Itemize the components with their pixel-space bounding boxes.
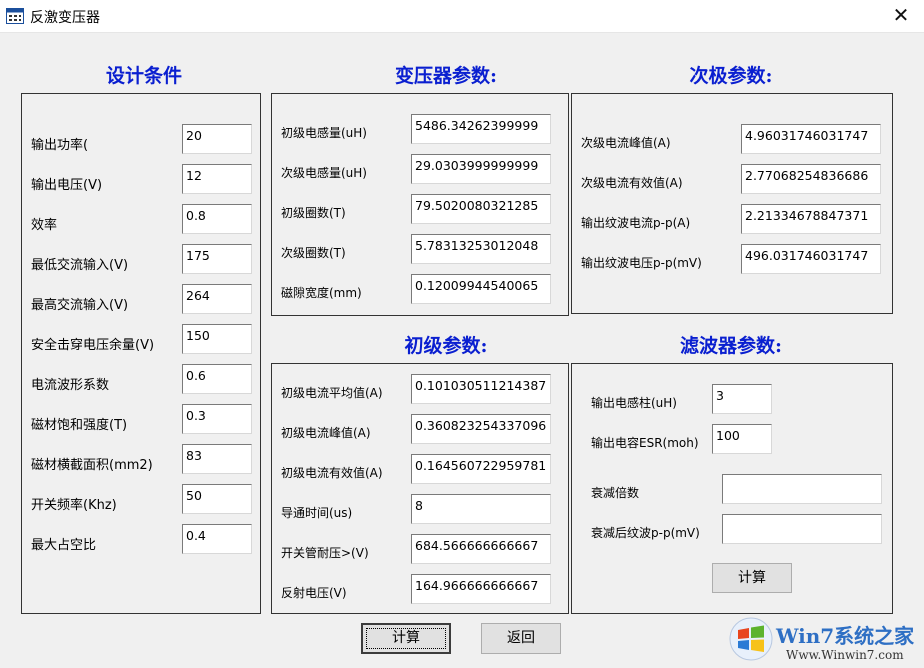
- primary-params-panel: 初级电流平均值(A) 0.101030511214387 初级电流峰值(A) 0…: [271, 363, 569, 614]
- breakdown-margin-field[interactable]: 150: [182, 324, 252, 354]
- primary-rms-current-field[interactable]: 0.164560722959781: [411, 454, 551, 484]
- attenuated-ripple-field[interactable]: [722, 514, 882, 544]
- output-power-field[interactable]: 20: [182, 124, 252, 154]
- label-max-duty: 最大占空比: [31, 534, 96, 553]
- label-primary-avg-current: 初级电流平均值(A): [281, 384, 383, 401]
- output-voltage-field[interactable]: 12: [182, 164, 252, 194]
- label-on-time: 导通时间(us): [281, 504, 352, 521]
- label-attenuation-factor: 衰减倍数: [591, 484, 639, 501]
- primary-inductance-field[interactable]: 5486.34262399999: [411, 114, 551, 144]
- title-bar: 反激变压器 ✕: [0, 0, 924, 33]
- back-button[interactable]: 返回: [481, 623, 561, 654]
- app-window-icon: [6, 8, 24, 24]
- label-output-capacitor-esr: 输出电容ESR(moh): [591, 434, 699, 451]
- heading-primary-params: 初级参数:: [272, 331, 620, 358]
- secondary-peak-current-field[interactable]: 4.96031746031747: [741, 124, 881, 154]
- waveform-factor-field[interactable]: 0.6: [182, 364, 252, 394]
- gap-width-field[interactable]: 0.12009944540065: [411, 274, 551, 304]
- label-saturation: 磁材饱和强度(T): [31, 414, 127, 433]
- secondary-inductance-field[interactable]: 29.0303999999999: [411, 154, 551, 184]
- max-ac-input-field[interactable]: 264: [182, 284, 252, 314]
- secondary-turns-field[interactable]: 5.78313253012048: [411, 234, 551, 264]
- heading-transformer-params: 变压器参数:: [272, 61, 620, 88]
- label-secondary-peak-current: 次级电流峰值(A): [581, 134, 671, 151]
- secondary-params-panel: 次级电流峰值(A) 4.96031746031747 次级电流有效值(A) 2.…: [571, 93, 893, 314]
- label-switch-voltage-rating: 开关管耐压>(V): [281, 544, 369, 561]
- label-max-ac-input: 最高交流输入(V): [31, 294, 128, 313]
- switch-voltage-rating-field[interactable]: 684.566666666667: [411, 534, 551, 564]
- label-cross-section: 磁材横截面积(mm2): [31, 454, 153, 473]
- label-output-voltage: 输出电压(V): [31, 174, 102, 193]
- label-waveform-factor: 电流波形系数: [31, 374, 109, 393]
- efficiency-field[interactable]: 0.8: [182, 204, 252, 234]
- windows-flag-icon: [728, 616, 774, 662]
- min-ac-input-field[interactable]: 175: [182, 244, 252, 274]
- attenuation-factor-field[interactable]: [722, 474, 882, 504]
- calculate-button[interactable]: 计算: [361, 623, 451, 654]
- watermark-url: Www.Winwin7.com: [786, 648, 904, 662]
- secondary-rms-current-field[interactable]: 2.77068254836686: [741, 164, 881, 194]
- label-ripple-current: 输出纹波电流p-p(A): [581, 214, 690, 231]
- label-switch-frequency: 开关频率(Khz): [31, 494, 117, 513]
- filter-calculate-button[interactable]: 计算: [712, 563, 792, 593]
- primary-avg-current-field[interactable]: 0.101030511214387: [411, 374, 551, 404]
- label-primary-inductance: 初级电感量(uH): [281, 124, 367, 141]
- label-efficiency: 效率: [31, 214, 57, 233]
- label-attenuated-ripple: 衰减后纹波p-p(mV): [591, 524, 700, 541]
- close-button[interactable]: ✕: [878, 0, 924, 33]
- label-secondary-rms-current: 次级电流有效值(A): [581, 174, 683, 191]
- ripple-current-field[interactable]: 2.21334678847371: [741, 204, 881, 234]
- heading-filter-params: 滤波器参数:: [572, 331, 890, 358]
- heading-secondary-params: 次极参数:: [572, 61, 890, 88]
- ripple-voltage-field[interactable]: 496.031746031747: [741, 244, 881, 274]
- cross-section-field[interactable]: 83: [182, 444, 252, 474]
- transformer-params-panel: 初级电感量(uH) 5486.34262399999 次级电感量(uH) 29.…: [271, 93, 569, 316]
- on-time-field[interactable]: 8: [411, 494, 551, 524]
- label-breakdown-margin: 安全击穿电压余量(V): [31, 334, 154, 353]
- label-primary-rms-current: 初级电流有效值(A): [281, 464, 383, 481]
- watermark-brand: Win7系统之家: [776, 620, 914, 649]
- label-reflected-voltage: 反射电压(V): [281, 584, 347, 601]
- label-gap-width: 磁隙宽度(mm): [281, 284, 362, 301]
- label-output-power: 输出功率(: [31, 134, 88, 153]
- switch-frequency-field[interactable]: 50: [182, 484, 252, 514]
- filter-params-panel: 输出电感柱(uH) 3 输出电容ESR(moh) 100 衰减倍数 衰减后纹波p…: [571, 363, 893, 614]
- max-duty-field[interactable]: 0.4: [182, 524, 252, 554]
- label-min-ac-input: 最低交流输入(V): [31, 254, 128, 273]
- label-secondary-inductance: 次级电感量(uH): [281, 164, 367, 181]
- primary-turns-field[interactable]: 79.5020080321285: [411, 194, 551, 224]
- label-secondary-turns: 次级圈数(T): [281, 244, 346, 261]
- output-capacitor-esr-field[interactable]: 100: [712, 424, 772, 454]
- win7-watermark-logo: Win7系统之家 Www.Winwin7.com: [726, 614, 922, 666]
- focus-rectangle: [366, 628, 446, 649]
- design-conditions-panel: 输出功率( 20 输出电压(V) 12 效率 0.8 最低交流输入(V) 175…: [21, 93, 261, 614]
- output-inductor-field[interactable]: 3: [712, 384, 772, 414]
- reflected-voltage-field[interactable]: 164.966666666667: [411, 574, 551, 604]
- label-ripple-voltage: 输出纹波电压p-p(mV): [581, 254, 702, 271]
- label-primary-turns: 初级圈数(T): [281, 204, 346, 221]
- label-primary-peak-current: 初级电流峰值(A): [281, 424, 371, 441]
- saturation-field[interactable]: 0.3: [182, 404, 252, 434]
- label-output-inductor: 输出电感柱(uH): [591, 394, 677, 411]
- primary-peak-current-field[interactable]: 0.360823254337096: [411, 414, 551, 444]
- heading-design-conditions: 设计条件: [22, 61, 266, 88]
- window-title: 反激变压器: [30, 7, 100, 27]
